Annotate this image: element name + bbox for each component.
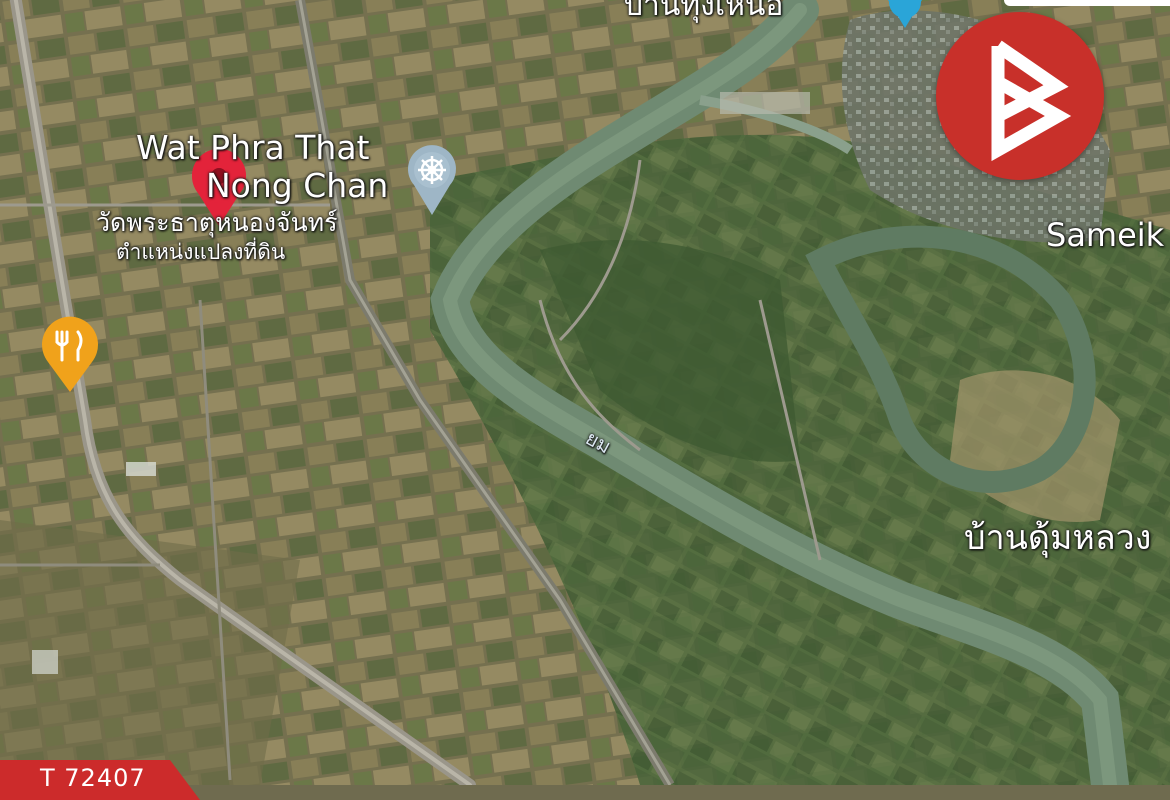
listing-id: T 72407 <box>40 764 146 792</box>
b-logo-icon <box>991 40 1072 162</box>
plot-location-label: ตำแหน่งแปลงที่ดิน <box>116 240 286 264</box>
top-village-label: บ้านทุ่งเหนือ <box>624 0 784 23</box>
brand-logo[interactable] <box>936 12 1104 180</box>
village-label: บ้านดุ้มหลวง <box>964 518 1152 558</box>
dharma-wheel-icon <box>418 156 446 184</box>
town-label: Sameik <box>1046 216 1165 254</box>
top-edge-bar <box>1004 0 1170 6</box>
temple-name-en-line1: Wat Phra That <box>136 128 370 167</box>
temple-name-en-line2: Nong Chan <box>206 166 389 205</box>
